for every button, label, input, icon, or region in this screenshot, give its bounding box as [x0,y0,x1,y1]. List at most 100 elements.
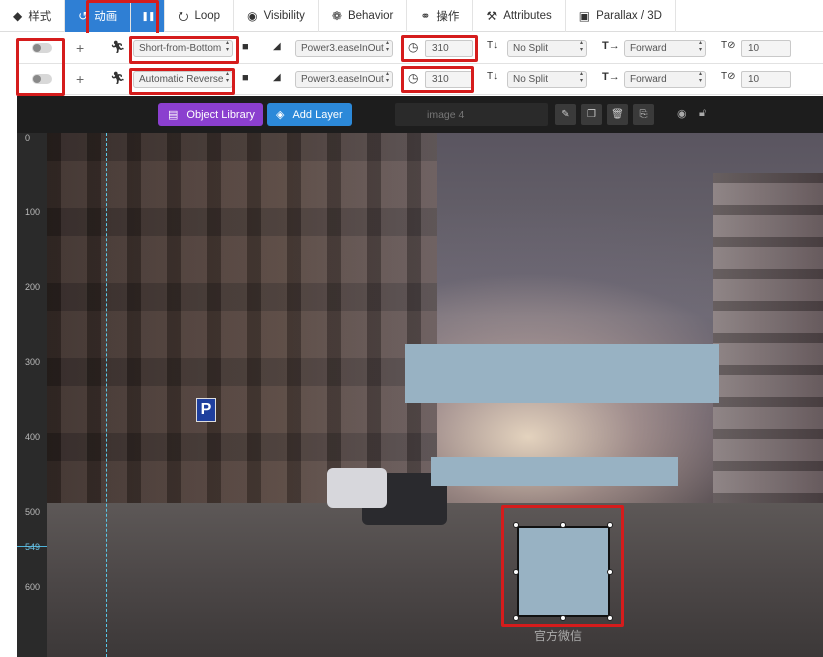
link-icon: ⚭ [420,9,431,23]
eye-icon: ◉ [247,9,258,23]
tab-label: Parallax / 3D [596,10,662,22]
tab-loop[interactable]: ⭮ Loop [165,0,235,32]
resize-handle[interactable] [607,569,613,575]
resize-handle[interactable] [607,615,613,621]
resize-handle[interactable] [513,569,519,575]
direction-select[interactable]: Forward [624,71,706,88]
stagger-input[interactable]: 10 [741,40,791,57]
tab-actions[interactable]: ⚭ 操作 [407,0,474,32]
tab-label: 样式 [28,11,52,23]
ruler-label: 300 [25,357,41,367]
layer-name-input[interactable]: image 4 [395,103,548,126]
resize-handle[interactable] [560,522,566,528]
tab-style[interactable]: ◆ 样式 [0,0,66,32]
save-icon[interactable]: ■ [242,42,249,53]
ruler-label: 0 [25,133,31,143]
easing-icon: ◢ [273,41,281,52]
slide-canvas[interactable]: P [47,133,823,657]
layers-icon: ◈ [276,109,285,121]
copy-icon: ⎘ [639,109,648,120]
tab-label: 动画 [94,11,118,23]
image-layer-selected[interactable] [517,526,610,617]
resize-handle[interactable] [560,615,566,621]
background-buildings-right [713,173,823,553]
stagger-icon: T⊘ [721,71,736,82]
add-keyframe-button[interactable]: + [76,40,84,56]
resize-handle[interactable] [513,615,519,621]
pause-button[interactable]: ❚❚ [131,0,166,32]
clock-icon: ◷ [408,40,419,54]
clock-icon: ◷ [408,71,419,85]
add-keyframe-button[interactable]: + [76,71,84,87]
split-select[interactable]: No Split [507,71,587,88]
easing-select[interactable]: Power3.easeInOut [295,40,393,57]
delete-button[interactable]: 🗑︎ [607,104,628,125]
tab-attributes[interactable]: ⚒ Attributes [473,0,566,32]
image-icon: ▣ [578,9,591,23]
tab-parallax[interactable]: ▣ Parallax / 3D [566,0,676,32]
ruler-cursor-label: 549 [25,542,41,552]
object-library-label: Object Library [186,108,255,121]
add-layer-button[interactable]: ◈ Add Layer [267,103,352,126]
object-library-button[interactable]: ▤ Object Library [158,103,263,126]
anim-row-in: + 🏃︎ Short-from-Bottom ■ ◢ Power3.easeIn… [17,33,823,64]
stagger-input[interactable]: 10 [741,71,791,88]
tab-label: Behavior [347,10,394,22]
ruler-label: 500 [25,507,41,517]
ruler-label: 100 [25,207,41,217]
transition-select[interactable]: Automatic Reverse [133,71,233,88]
edit-button[interactable]: ✎ [555,104,576,125]
tab-label: Visibility [263,10,305,22]
ruler-label: 600 [25,582,41,592]
easing-select[interactable]: Power3.easeInOut [295,71,393,88]
tab-label: Attributes [503,10,552,22]
vertical-ruler: 0 100 200 300 400 500 600 549 [17,133,47,657]
tab-visibility[interactable]: ◉ Visibility [234,0,319,32]
duration-input[interactable]: 310 [425,40,473,57]
parking-sign: P [196,398,216,422]
save-icon[interactable]: ■ [242,73,249,84]
text-layer-placeholder[interactable] [431,457,678,486]
guide-line[interactable] [106,133,107,657]
droplet-icon: ◆ [13,9,23,23]
left-margin [0,96,17,657]
tab-label: 操作 [436,11,460,23]
book-icon: ▤ [168,109,179,121]
split-icon: T↓ [487,71,499,82]
history-icon: ↺ [78,9,89,23]
tab-behavior[interactable]: ❁ Behavior [319,0,408,32]
background-road [47,503,823,657]
row-toggle[interactable] [32,74,52,84]
image-caption: 官方微信 [534,629,583,643]
direction-icon: T→ [602,71,620,83]
layer-toolbar: ▤ Object Library ◈ Add Layer ≡ image 4 ✎… [17,96,823,133]
ruler-label: 400 [25,432,41,442]
row-toggle[interactable] [32,43,52,53]
unlock-icon[interactable]: 🔓︎ [699,107,706,120]
copy-button[interactable]: ⎘ [633,104,654,125]
duration-input[interactable]: 310 [425,71,473,88]
add-layer-label: Add Layer [292,108,343,121]
resize-handle[interactable] [607,522,613,528]
resize-handle[interactable] [513,522,519,528]
split-select[interactable]: No Split [507,40,587,57]
direction-select[interactable]: Forward [624,40,706,57]
eye-icon[interactable]: ◉ [677,107,687,120]
direction-icon: T→ [602,40,620,52]
trash-icon: 🗑︎ [611,109,624,120]
duplicate-icon: ❐ [587,109,596,120]
ruler-label: 200 [25,282,41,292]
tab-animation[interactable]: ↺ 动画 [65,0,132,32]
loop-icon: ⭮ [178,9,189,23]
runner-icon: 🏃︎ [110,71,126,85]
background-van [327,468,387,508]
easing-icon: ◢ [273,72,281,83]
tab-bar: ◆ 样式 ↺ 动画 ❚❚ ⭮ Loop ◉ Visibility ❁ Behav… [0,0,823,32]
duplicate-button[interactable]: ❐ [581,104,602,125]
stagger-icon: T⊘ [721,40,736,51]
transition-select[interactable]: Short-from-Bottom [133,40,233,57]
text-layer-placeholder[interactable] [405,344,719,403]
split-icon: T↓ [487,40,499,51]
pencil-icon: ✎ [561,109,570,120]
behavior-icon: ❁ [331,9,342,23]
